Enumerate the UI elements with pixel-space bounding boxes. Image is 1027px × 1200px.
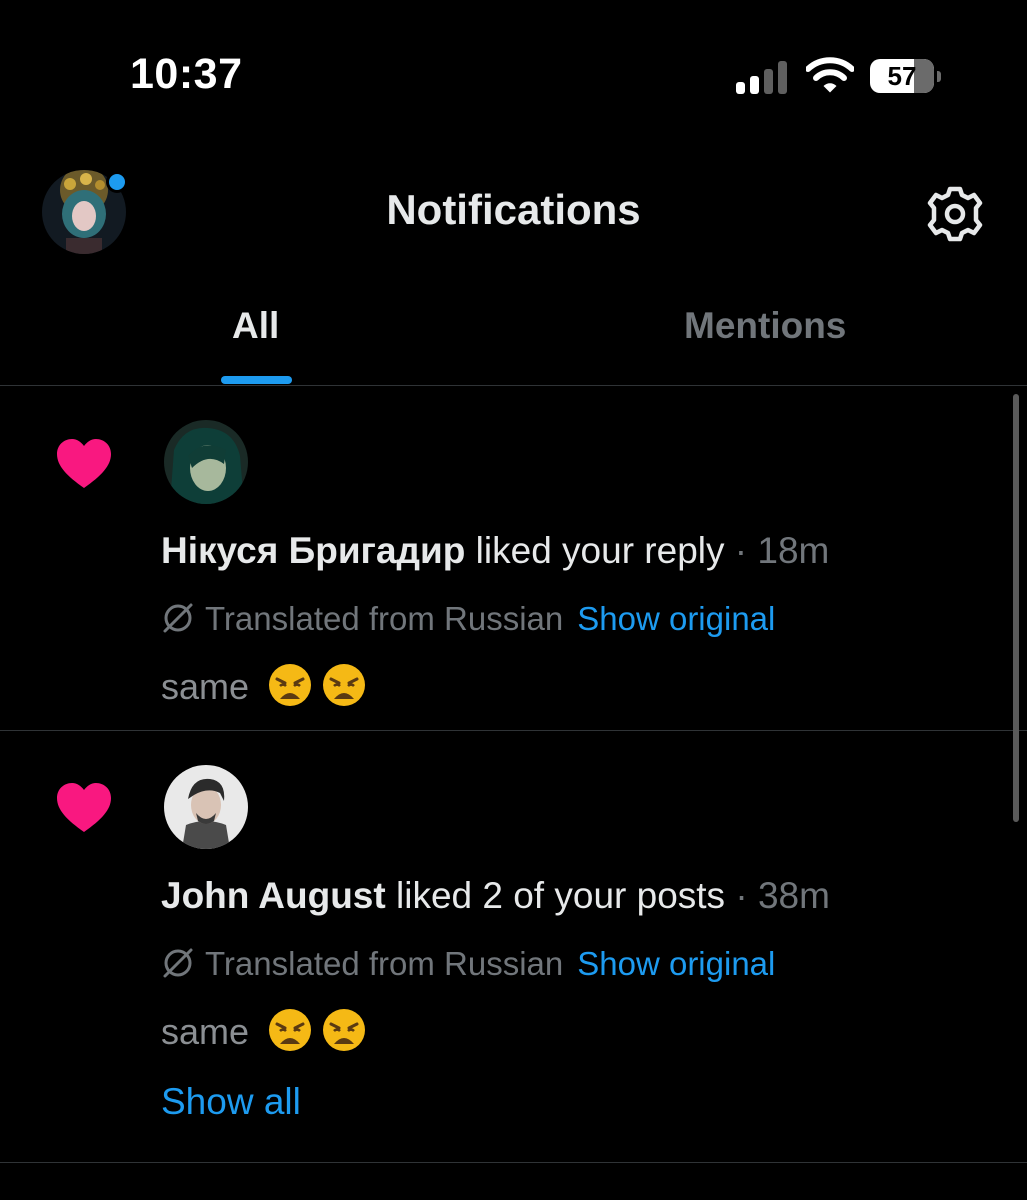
page-title: Notifications [386,186,641,233]
notification-item[interactable]: Нікуся Бригадир liked your reply · 18m T… [0,386,1027,731]
actor-avatar[interactable] [164,420,248,504]
translated-label: Translated from Russian [205,945,564,982]
translated-label: Translated from Russian [205,600,564,637]
actor-name[interactable]: John August [161,875,386,916]
translate-icon [163,603,193,633]
timestamp: 38m [757,875,830,916]
translation-row: Translated from Russian Show original [161,600,775,638]
show-original-link[interactable]: Show original [577,600,775,637]
show-original-link[interactable]: Show original [577,945,775,982]
post-preview[interactable]: same [161,662,367,708]
heart-icon [57,439,111,488]
action-text: liked your reply [475,530,725,571]
weary-face-emoji [323,664,366,706]
heart-icon [57,783,111,832]
weary-face-emoji [269,664,312,706]
translate-icon [163,948,193,978]
status-time: 10:37 [130,50,243,98]
tab-all[interactable]: All [232,305,279,347]
gear-icon[interactable] [925,184,985,244]
post-preview[interactable]: same [161,1007,367,1053]
preview-text: same [161,666,250,707]
actor-avatar[interactable] [164,765,248,849]
wifi-icon [806,57,854,93]
weary-face-emoji [269,1009,312,1051]
preview-text: same [161,1011,250,1052]
notification-text: Нікуся Бригадир liked your reply · 18m [161,530,829,572]
notifications-screen: 10:37 57 Notifications All Mentions Ніку… [0,0,1027,1200]
action-text: liked 2 of your posts [396,875,726,916]
active-tab-indicator [221,376,292,384]
cellular-signal-icon [736,60,792,94]
battery-indicator: 57 [870,59,942,95]
top-bar: Notifications [0,150,1027,280]
translation-row: Translated from Russian Show original [161,945,775,983]
actor-name[interactable]: Нікуся Бригадир [161,530,465,571]
tab-mentions[interactable]: Mentions [684,305,846,347]
notification-item[interactable]: John August liked 2 of your posts · 38m … [0,731,1027,1163]
show-all-link[interactable]: Show all [161,1081,301,1123]
separator-dot: · [735,875,748,916]
timestamp: 18m [757,530,830,571]
battery-percent: 57 [887,61,917,91]
status-bar: 10:37 57 [0,0,1027,150]
weary-face-emoji [323,1009,366,1051]
scrollbar[interactable] [1013,394,1019,822]
notification-text: John August liked 2 of your posts · 38m [161,875,830,917]
notification-tabs: All Mentions [0,285,1027,386]
separator-dot: · [734,530,748,571]
